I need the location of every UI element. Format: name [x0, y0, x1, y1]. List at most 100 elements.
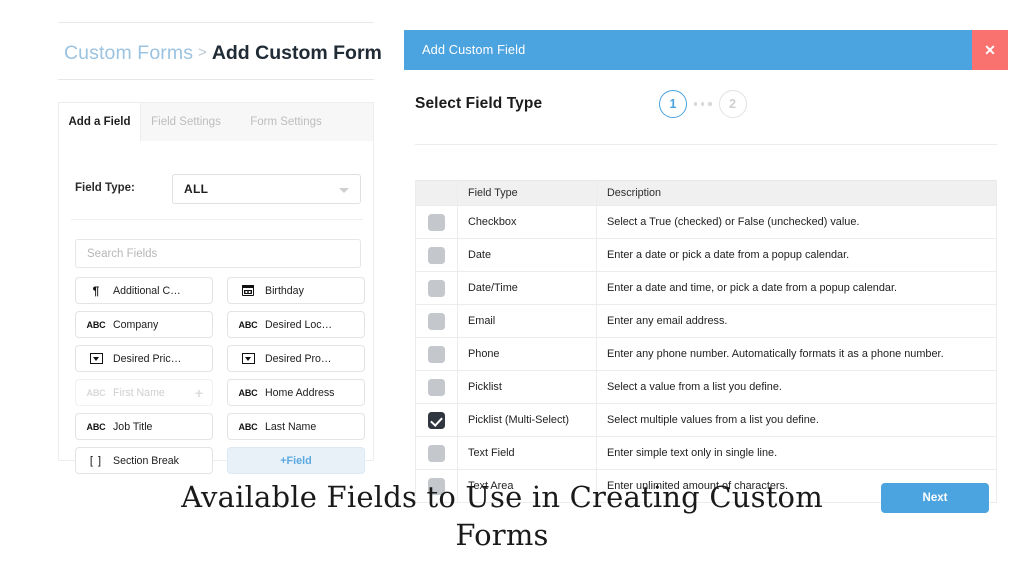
field-button-home-address[interactable]: ABC Home Address	[227, 379, 365, 406]
step-dots-icon	[694, 102, 712, 106]
table-header-row: Field Type Description	[415, 180, 997, 206]
row-description: Select a True (checked) or False (unchec…	[596, 205, 997, 239]
select-field-type-heading: Select Field Type	[415, 95, 543, 112]
field-button-section-break[interactable]: [ ] Section Break	[75, 447, 213, 474]
table-row[interactable]: Picklist (Multi-Select) Select multiple …	[415, 403, 997, 437]
tab-form-settings[interactable]: Form Settings	[239, 103, 333, 142]
row-description: Select multiple values from a list you d…	[596, 403, 997, 437]
custom-forms-panel: Custom Forms > Add Custom Form Add a Field…	[58, 22, 382, 474]
add-custom-field-modal: Add Custom Field ✕ Select Field Type 1 2…	[404, 30, 1008, 503]
dropdown-icon	[85, 353, 107, 364]
field-type-select[interactable]: ALL	[172, 174, 361, 204]
breadcrumb-parent-link[interactable]: Custom Forms	[64, 42, 193, 64]
row-description: Enter any phone number. Automatically fo…	[596, 337, 997, 371]
field-type-table: Field Type Description Checkbox Select a…	[415, 180, 997, 503]
breadcrumb: Custom Forms > Add Custom Form	[64, 42, 382, 65]
row-checkbox-cell[interactable]	[415, 304, 458, 338]
calendar-icon	[237, 284, 259, 296]
tab-field-settings[interactable]: Field Settings	[141, 103, 231, 142]
row-checkbox-cell[interactable]	[415, 436, 458, 470]
breadcrumb-current: Add Custom Form	[211, 42, 382, 64]
field-button-label: Last Name	[265, 420, 317, 433]
row-checkbox-cell[interactable]	[415, 205, 458, 239]
row-field-type: Text Field	[457, 436, 597, 470]
row-checkbox-cell[interactable]	[415, 337, 458, 371]
checkbox-icon[interactable]	[428, 378, 445, 396]
abc-icon: ABC	[238, 421, 258, 432]
table-row[interactable]: Phone Enter any phone number. Automatica…	[415, 337, 997, 371]
modal-title: Add Custom Field	[422, 42, 526, 57]
row-checkbox-cell[interactable]	[415, 238, 458, 272]
table-row[interactable]: Date/Time Enter a date and time, or pick…	[415, 271, 997, 305]
row-checkbox-cell[interactable]	[415, 271, 458, 305]
row-field-type: Date/Time	[457, 271, 597, 305]
column-header-field-type: Field Type	[457, 180, 597, 206]
table-row[interactable]: Email Enter any email address.	[415, 304, 997, 338]
field-button-additional-c[interactable]: ¶ Additional C…	[75, 277, 213, 304]
table-row[interactable]: Picklist Select a value from a list you …	[415, 370, 997, 404]
table-top-divider	[415, 144, 997, 145]
row-checkbox-cell[interactable]	[415, 370, 458, 404]
row-field-type: Phone	[457, 337, 597, 371]
dropdown-icon	[237, 353, 259, 364]
row-description: Enter a date or pick a date from a popup…	[596, 238, 997, 272]
field-button-first-name[interactable]: ABC First Name +	[75, 379, 213, 406]
field-button-company[interactable]: ABC Company	[75, 311, 213, 338]
field-button-label: Desired Loc…	[265, 318, 333, 331]
row-description: Select a value from a list you define.	[596, 370, 997, 404]
checkbox-icon[interactable]	[428, 246, 445, 264]
field-button-job-title[interactable]: ABC Job Title	[75, 413, 213, 440]
step-indicator: 1 2	[659, 90, 747, 118]
field-button-desired-pric[interactable]: Desired Pric…	[75, 345, 213, 372]
row-checkbox-cell[interactable]	[415, 403, 458, 437]
table-header: Field Type Description	[415, 180, 997, 206]
bracket-icon: [ ]	[89, 454, 103, 467]
add-field-button[interactable]: +Field	[227, 447, 365, 474]
field-button-label: Additional C…	[113, 284, 181, 297]
checkbox-icon[interactable]	[428, 345, 445, 363]
next-button[interactable]: Next	[881, 483, 989, 513]
checkbox-checked-icon[interactable]	[428, 411, 445, 429]
table-row[interactable]: Checkbox Select a True (checked) or Fals…	[415, 205, 997, 239]
field-button-last-name[interactable]: ABC Last Name	[227, 413, 365, 440]
screenshot-root: Custom Forms > Add Custom Form Add a Field…	[0, 0, 1024, 576]
column-header-select	[415, 180, 458, 206]
field-button-desired-loc[interactable]: ABC Desired Loc…	[227, 311, 365, 338]
checkbox-icon[interactable]	[428, 312, 445, 330]
breadcrumb-underline	[58, 79, 374, 80]
field-button-birthday[interactable]: Birthday	[227, 277, 365, 304]
field-button-desired-pro[interactable]: Desired Pro…	[227, 345, 365, 372]
step-2-circle[interactable]: 2	[718, 90, 747, 118]
caption-text: Available Fields to Use in Creating Cust…	[181, 480, 823, 552]
modal-body: Select Field Type 1 2 Field Type Descrip…	[404, 70, 1008, 503]
search-fields-input[interactable]	[75, 239, 361, 268]
field-button-label: Desired Pric…	[113, 352, 182, 365]
modal-titlebar: Add Custom Field ✕	[404, 30, 1008, 70]
field-button-label: First Name	[113, 386, 165, 399]
checkbox-icon[interactable]	[428, 444, 445, 462]
available-fields-grid: ¶ Additional C… Birthday ABC Company ABC…	[75, 277, 365, 474]
checkbox-icon[interactable]	[428, 213, 445, 231]
abc-icon: ABC	[86, 387, 106, 398]
step-1-circle[interactable]: 1	[659, 90, 687, 118]
field-type-row: Field Type: ALL	[75, 174, 361, 204]
row-description: Enter any email address.	[596, 304, 997, 338]
breadcrumb-separator-icon: >	[198, 44, 207, 61]
field-button-label: Job Title	[113, 420, 153, 433]
table-body: Checkbox Select a True (checked) or Fals…	[415, 205, 997, 503]
close-icon[interactable]: ✕	[972, 30, 1008, 70]
field-type-label: Field Type:	[75, 182, 135, 194]
row-field-type: Picklist	[457, 370, 597, 404]
table-row[interactable]: Text Field Enter simple text only in sin…	[415, 436, 997, 470]
tab-add-a-field[interactable]: Add a Field	[59, 103, 141, 142]
field-button-label: Company	[113, 318, 159, 331]
field-button-label: Section Break	[113, 454, 179, 467]
plus-icon: +	[194, 384, 203, 401]
table-row[interactable]: Date Enter a date or pick a date from a …	[415, 238, 997, 272]
panel-top-rule	[58, 22, 374, 23]
row-field-type: Email	[457, 304, 597, 338]
chevron-down-icon	[339, 188, 349, 193]
row-description: Enter simple text only in single line.	[596, 436, 997, 470]
field-button-label: Birthday	[265, 284, 304, 297]
checkbox-icon[interactable]	[428, 279, 445, 297]
